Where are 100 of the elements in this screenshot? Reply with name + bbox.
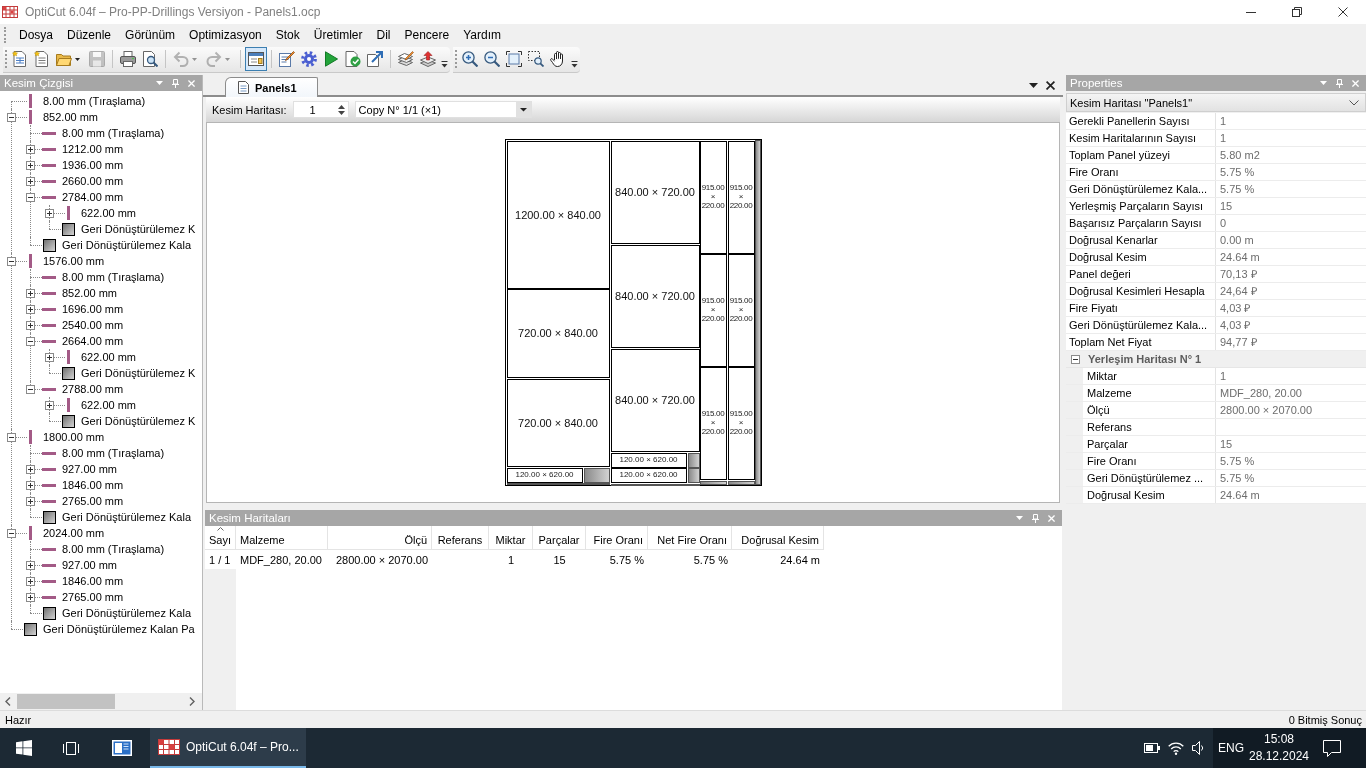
tree-item[interactable]: 8.00 mm (Tıraşlama) <box>61 125 166 141</box>
menu-item[interactable]: Düzenle <box>60 25 119 45</box>
clock-button[interactable]: 15:08 28.12.2024 <box>1249 728 1309 768</box>
plus-box-icon[interactable] <box>44 208 54 218</box>
tree-item[interactable]: 8.00 mm (Tıraşlama) <box>61 541 166 557</box>
tree-item[interactable]: 622.00 mm <box>80 205 138 221</box>
horizontal-bar-icon <box>42 179 56 183</box>
minus-box-icon[interactable] <box>25 192 35 202</box>
property-label: Gerekli Panellerin Sayısı <box>1066 113 1216 129</box>
row-header[interactable]: 1 / 1 <box>205 550 236 569</box>
property-label: Geri Dönüştürülemez Kala... <box>1066 317 1216 333</box>
taskbar-app-button[interactable]: OptiCut 6.04f – Pro... <box>150 728 306 768</box>
horizontal-bar-icon <box>42 275 56 279</box>
column-header[interactable]: Malzeme <box>236 526 328 550</box>
panel-title: Properties <box>1070 77 1124 89</box>
menu-item[interactable]: Optimizasyon <box>182 25 269 45</box>
toolbar-grip[interactable] <box>5 50 8 68</box>
caret-icon[interactable] <box>1029 82 1038 88</box>
plus-box-icon[interactable] <box>25 176 35 186</box>
column-header[interactable]: Fire Oranı <box>586 526 648 550</box>
property-value: 4,03 ₽ <box>1219 301 1252 316</box>
plus-box-icon[interactable] <box>44 352 54 362</box>
object-selector[interactable]: Kesim Haritası "Panels1" <box>1066 93 1366 112</box>
column-header[interactable]: Miktar <box>489 526 533 550</box>
tree-item[interactable]: 8.00 mm (Tıraşlama) <box>42 93 147 109</box>
tree-item[interactable]: 852.00 mm <box>61 285 119 301</box>
tree-item[interactable]: 852.00 mm <box>42 109 100 125</box>
column-header[interactable]: Parçalar <box>533 526 586 550</box>
tree-item[interactable]: 2788.00 mm <box>61 381 125 397</box>
minus-box-icon[interactable] <box>6 432 16 442</box>
tree-item[interactable]: 8.00 mm (Tıraşlama) <box>61 445 166 461</box>
scrollbar-thumb[interactable] <box>17 694 115 709</box>
tree-item[interactable]: 622.00 mm <box>80 349 138 365</box>
tree-item[interactable]: 2540.00 mm <box>61 317 125 333</box>
copy-dropdown[interactable]: Copy N° 1/1 (×1) <box>354 101 532 118</box>
plus-box-icon[interactable] <box>25 304 35 314</box>
column-header[interactable]: Doğrusal Kesim <box>732 526 824 550</box>
tree-item[interactable]: 2664.00 mm <box>61 333 125 349</box>
plus-box-icon[interactable] <box>25 144 35 154</box>
tree-item[interactable]: 622.00 mm <box>80 397 138 413</box>
cut-piece: 840.00 × 720.00 <box>610 245 700 348</box>
number-spinner[interactable]: 1 <box>292 101 349 118</box>
column-header[interactable]: Referans <box>432 526 489 550</box>
menu-item[interactable]: Görünüm <box>118 25 183 45</box>
tree-item[interactable]: Geri Dönüştürülemez K <box>80 413 197 429</box>
tree-item[interactable]: 1800.00 mm <box>42 429 106 445</box>
tree-item[interactable]: 927.00 mm <box>61 461 119 477</box>
minus-box-icon[interactable] <box>6 256 16 266</box>
toolbar-button[interactable] <box>245 47 267 71</box>
menu-item[interactable]: Pencere <box>397 25 457 45</box>
column-header[interactable]: Ölçü <box>328 526 432 550</box>
document-tab[interactable]: Panels1 <box>225 77 318 97</box>
tree-item[interactable]: 1846.00 mm <box>61 573 125 589</box>
close-icon[interactable] <box>1046 80 1055 90</box>
tree-item[interactable]: Geri Dönüştürülemez K <box>80 221 197 237</box>
plus-box-icon[interactable] <box>25 288 35 298</box>
tree-item[interactable]: Geri Dönüştürülemez Kala <box>61 605 192 621</box>
plus-box-icon[interactable] <box>25 576 35 586</box>
plus-box-icon[interactable] <box>25 464 35 474</box>
menu-item[interactable]: Dil <box>369 25 398 45</box>
plus-box-icon[interactable] <box>25 320 35 330</box>
minus-box-icon[interactable] <box>1071 354 1080 364</box>
tree-item[interactable]: 2024.00 mm <box>42 525 106 541</box>
plus-box-icon[interactable] <box>25 496 35 506</box>
menu-item[interactable]: Stok <box>268 25 307 45</box>
tree-item[interactable]: 927.00 mm <box>61 557 119 573</box>
tree-item[interactable]: Geri Dönüştürülemez Kalan Pa <box>42 621 196 637</box>
minus-box-icon[interactable] <box>25 384 35 394</box>
toolbar-grip[interactable] <box>4 27 7 43</box>
tree-item[interactable]: 2660.00 mm <box>61 173 125 189</box>
plus-box-icon[interactable] <box>25 480 35 490</box>
menu-item[interactable]: Dosya <box>12 25 60 45</box>
plus-box-icon[interactable] <box>25 160 35 170</box>
column-header[interactable]: Sayı <box>205 526 236 550</box>
tree-item[interactable]: 2765.00 mm <box>61 589 125 605</box>
minus-box-icon[interactable] <box>25 336 35 346</box>
property-value: 5.75 % <box>1219 182 1256 197</box>
tree-item[interactable]: 2784.00 mm <box>61 189 125 205</box>
tree-item[interactable]: 1936.00 mm <box>61 157 125 173</box>
tree-item[interactable]: 8.00 mm (Tıraşlama) <box>61 269 166 285</box>
menu-item[interactable]: Yardım <box>456 25 508 45</box>
plus-box-icon[interactable] <box>44 400 54 410</box>
toolbar-grip[interactable] <box>455 50 458 68</box>
tree-item[interactable]: 2765.00 mm <box>61 493 125 509</box>
column-header[interactable]: Net Fire Oranı <box>648 526 732 550</box>
plus-box-icon[interactable] <box>25 560 35 570</box>
down-arrow-icon[interactable] <box>337 110 345 115</box>
minus-box-icon[interactable] <box>6 112 16 122</box>
tree-item[interactable]: 1576.00 mm <box>42 253 106 269</box>
tree-item[interactable]: 1846.00 mm <box>61 477 125 493</box>
menu-item[interactable]: Üretimler <box>306 25 370 45</box>
up-arrow-icon[interactable] <box>337 104 345 109</box>
minus-box-icon[interactable] <box>6 528 16 538</box>
plus-box-icon[interactable] <box>25 592 35 602</box>
language-button[interactable]: ENG <box>1213 728 1249 768</box>
tree-item[interactable]: 1696.00 mm <box>61 301 125 317</box>
tree-item[interactable]: Geri Dönüştürülemez Kala <box>61 237 192 253</box>
tree-item[interactable]: 1212.00 mm <box>61 141 125 157</box>
tree-item[interactable]: Geri Dönüştürülemez K <box>80 365 197 381</box>
tree-item[interactable]: Geri Dönüştürülemez Kala <box>61 509 192 525</box>
